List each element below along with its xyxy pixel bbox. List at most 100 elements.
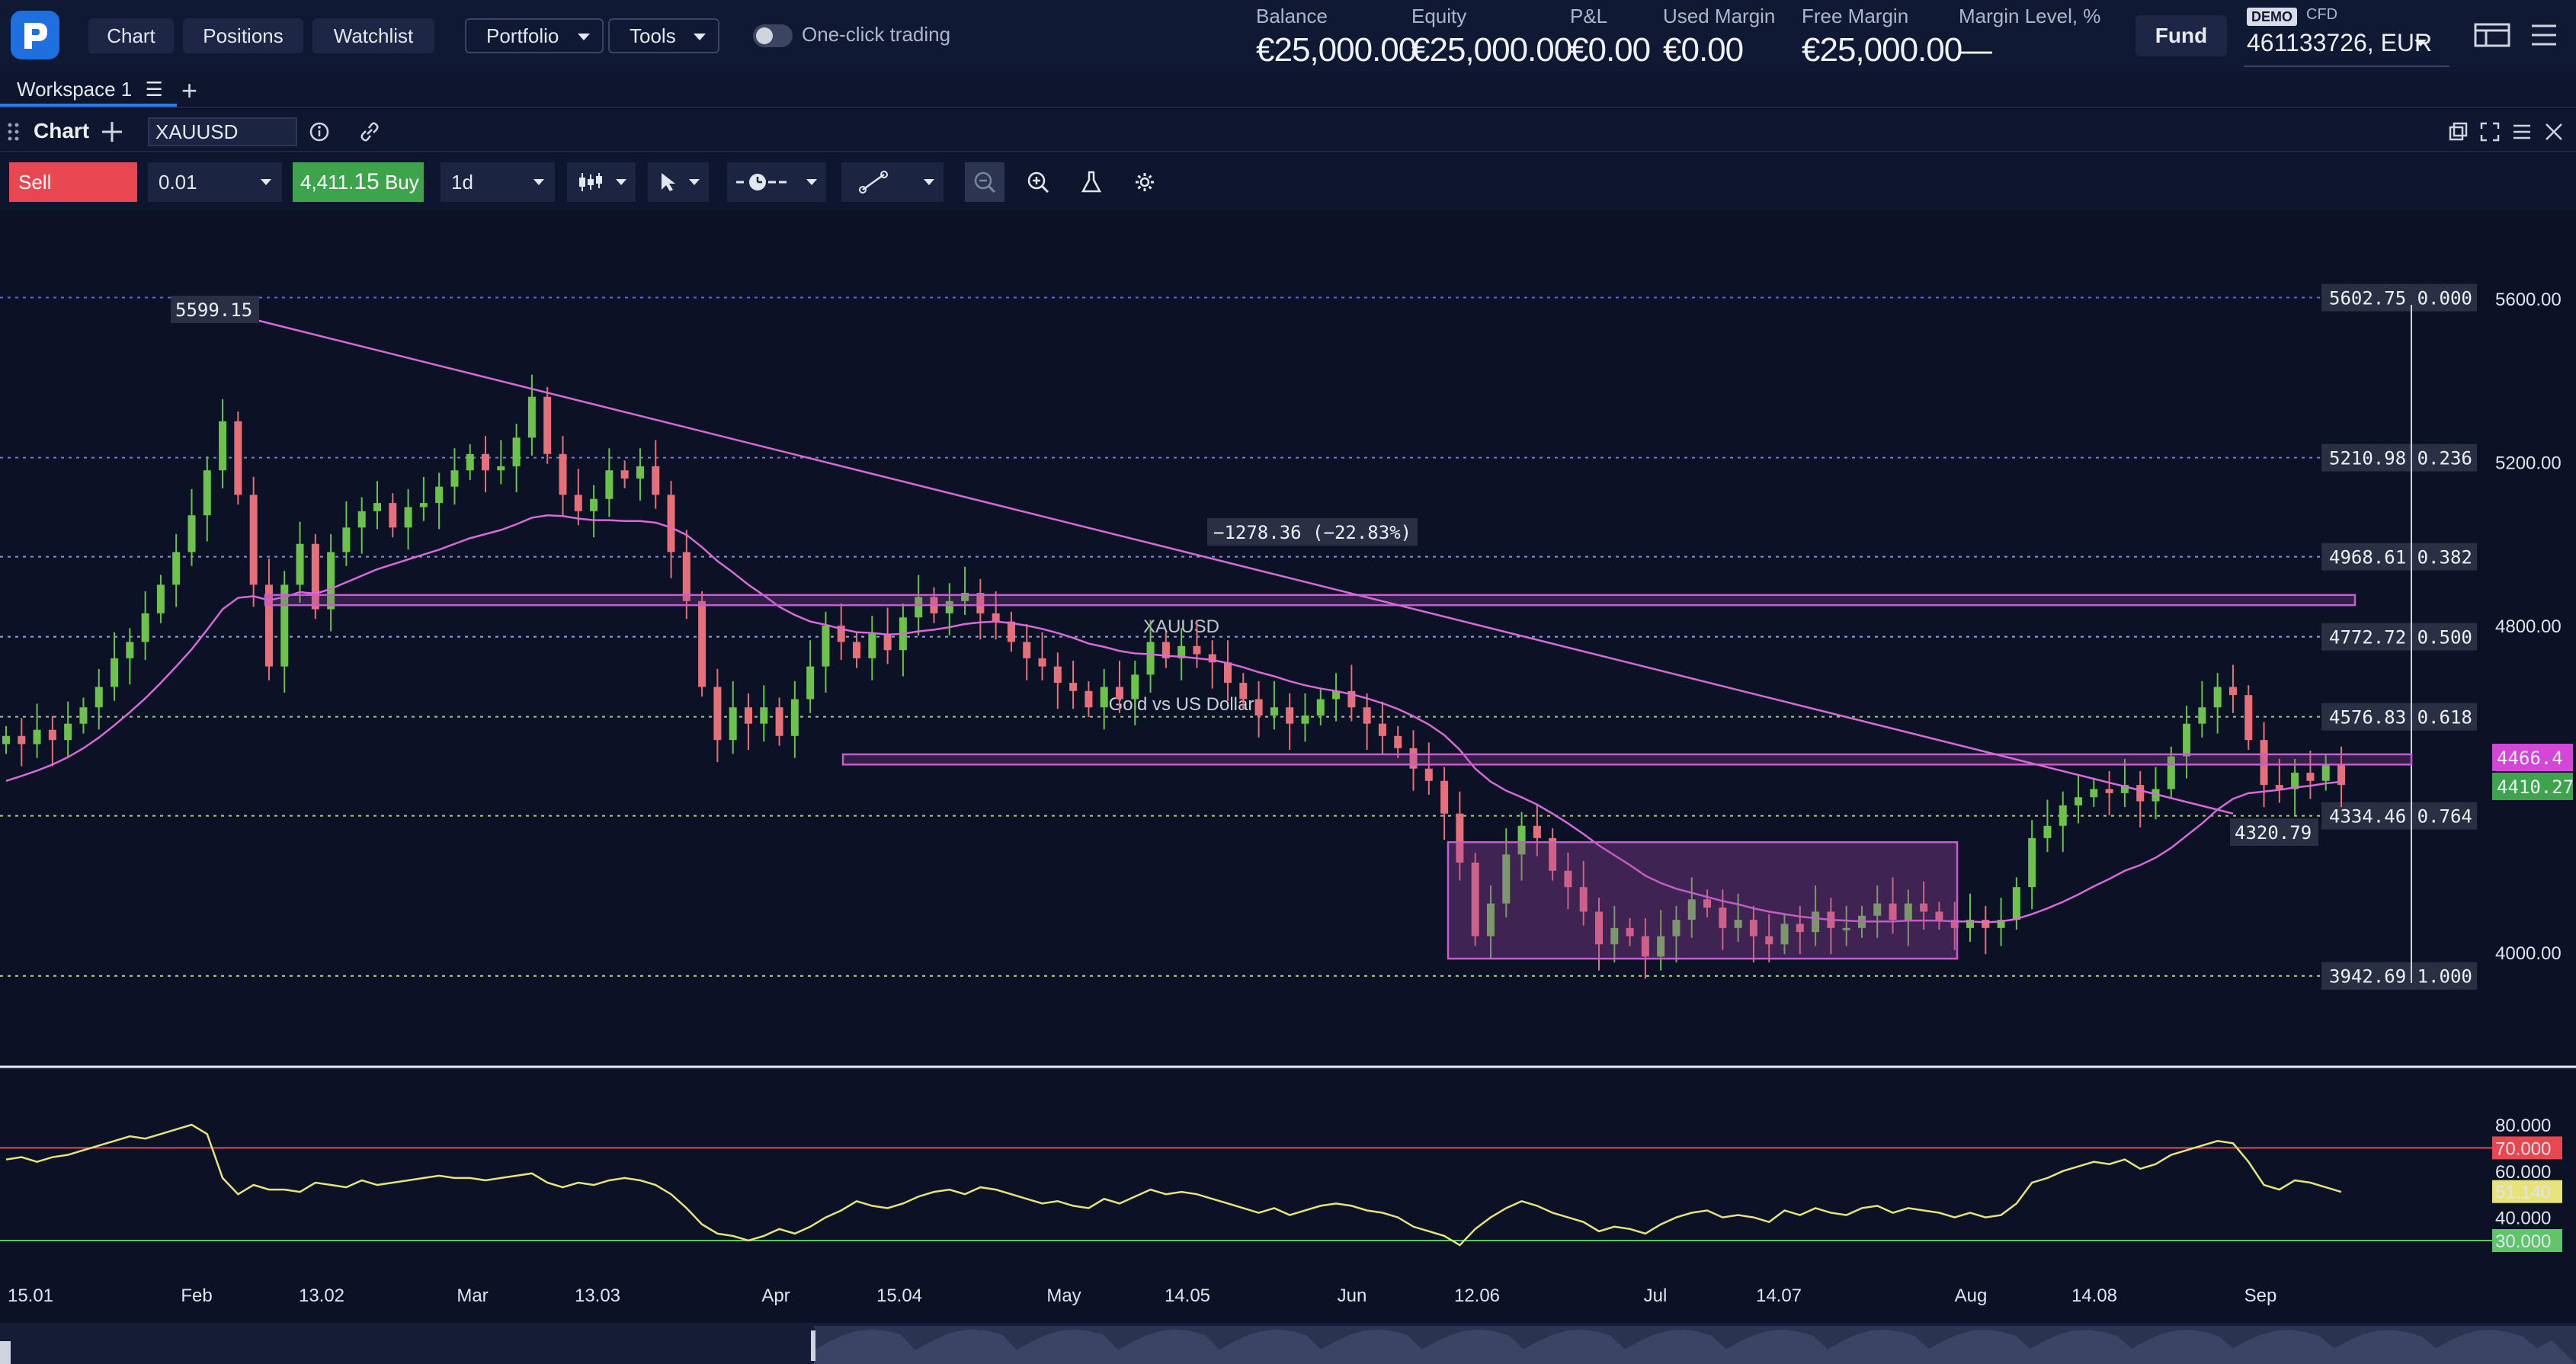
info-icon[interactable] (308, 120, 331, 143)
fib-label: 5602.75 0.000 (2329, 288, 2472, 309)
candle-body (466, 453, 474, 471)
date-axis-label: Aug (1955, 1286, 1988, 1306)
sell-button[interactable]: Sell 4,410.94 (9, 162, 137, 234)
clock-line-icon (736, 174, 787, 191)
drag-handle-icon[interactable] (6, 120, 21, 143)
account-selector[interactable]: 461133726, EUR (2247, 29, 2432, 57)
link-icon[interactable] (358, 120, 381, 143)
buy-label: Buy (379, 171, 419, 194)
menu-icon[interactable] (2529, 20, 2559, 50)
top-header: Chart Positions Watchlist Portfolio Tool… (0, 0, 2576, 72)
candle-body (342, 527, 351, 552)
candle-body (2337, 764, 2345, 786)
fib-label: 4772.72 0.500 (2329, 627, 2472, 648)
candle-body (543, 396, 552, 454)
ask-price-tag-bg (2492, 744, 2573, 771)
chart-type-tool[interactable] (567, 162, 636, 202)
date-axis-label: 14.05 (1165, 1286, 1210, 1306)
candle-body (1456, 813, 1464, 863)
timeframe-value: 1d (451, 171, 473, 194)
candle-body (482, 453, 490, 471)
balance-label: Balance (1256, 5, 1328, 27)
nav-chart-button[interactable]: Chart (88, 18, 174, 53)
candle-body (2105, 789, 2113, 793)
brand-logo[interactable] (11, 11, 59, 59)
quantity-value: 0.01 (159, 171, 197, 194)
list-icon[interactable]: ☰ (146, 78, 163, 101)
date-axis-label: 14.08 (2071, 1286, 2117, 1306)
layout-icon[interactable] (2474, 20, 2510, 50)
date-axis-label: May (1046, 1286, 1081, 1306)
candle-body (2012, 887, 2020, 921)
rsi-level-tag-bg (2492, 1180, 2562, 1203)
candle-body (868, 633, 876, 658)
add-workspace-icon[interactable]: + (181, 75, 197, 107)
buy-button[interactable]: 4,411.15 Buy (293, 162, 424, 202)
line-style-tool[interactable] (727, 162, 826, 202)
settings-tool[interactable] (1125, 162, 1165, 202)
candle-body (682, 552, 690, 601)
candle-body (652, 466, 660, 495)
symbol-input[interactable]: XAUUSD (148, 117, 297, 146)
candle-body (1827, 911, 1835, 928)
candle-body (1641, 936, 1649, 957)
zoom-in-icon (1027, 171, 1049, 194)
chevron-down-icon (616, 179, 626, 185)
zone-box (1447, 840, 1959, 960)
drawing-tool[interactable] (841, 162, 944, 202)
candle-body (698, 600, 706, 687)
equity-value: €25,000.00 (1411, 31, 1572, 69)
candle-body (2228, 687, 2237, 696)
candle-body (2260, 740, 2268, 786)
candle-body (1533, 825, 1541, 838)
candle-body (1796, 924, 1804, 933)
candlestick-icon (579, 173, 602, 191)
menu-icon[interactable] (2510, 120, 2533, 143)
candle-body (327, 552, 335, 610)
chevron-down-icon (689, 179, 700, 185)
chevron-down-icon[interactable] (2414, 40, 2427, 46)
cursor-icon (662, 173, 675, 191)
zone-box (841, 753, 2413, 766)
rsi-line (5, 1123, 2342, 1247)
pnl-value: €0.00 (1570, 31, 1651, 69)
candle-body (853, 642, 861, 658)
cursor-tool[interactable] (648, 162, 709, 202)
zoom-out-tool[interactable] (965, 162, 1004, 202)
fund-button[interactable]: Fund (2135, 15, 2227, 56)
candle-body (837, 626, 845, 642)
nav-positions-button[interactable]: Positions (183, 18, 303, 53)
zoom-in-tool[interactable] (1018, 162, 1058, 202)
candle-body (1347, 690, 1356, 708)
close-icon[interactable] (2542, 120, 2565, 143)
candle-body (172, 552, 181, 585)
one-click-trading-toggle[interactable] (753, 24, 793, 47)
candle-body (1286, 707, 1294, 724)
quantity-select[interactable]: 0.01 (148, 162, 282, 202)
candle-body (2059, 805, 2067, 826)
expand-icon[interactable] (2478, 120, 2501, 143)
date-axis-label: 13.02 (299, 1286, 344, 1306)
high-marker-bg (171, 296, 259, 323)
date-axis-label: Feb (181, 1286, 212, 1306)
rsi-level-label: 60.000 (2495, 1162, 2551, 1183)
indicators-tool[interactable] (1072, 162, 1111, 202)
portfolio-dropdown[interactable]: Portfolio (465, 18, 604, 53)
timeframe-select[interactable]: 1d (441, 162, 555, 202)
tools-dropdown[interactable]: Tools (608, 18, 719, 53)
workspace-tab[interactable]: Workspace 1 ☰ (0, 72, 177, 107)
candle-body (667, 495, 675, 552)
candle-body (1208, 654, 1216, 663)
nav-watchlist-button[interactable]: Watchlist (312, 18, 434, 53)
candle-body (1966, 920, 1975, 928)
add-chart-icon[interactable] (101, 120, 123, 143)
candle-body (574, 495, 582, 511)
candle-body (1177, 645, 1186, 658)
workspace-bar: Workspace 1 ☰ + (0, 72, 2576, 108)
candle-body (357, 511, 366, 528)
trendline-icon (859, 171, 888, 194)
candle-body (1997, 920, 2005, 928)
candle-body (1224, 662, 1232, 684)
popout-icon[interactable] (2446, 120, 2469, 143)
candle-body (620, 470, 629, 479)
